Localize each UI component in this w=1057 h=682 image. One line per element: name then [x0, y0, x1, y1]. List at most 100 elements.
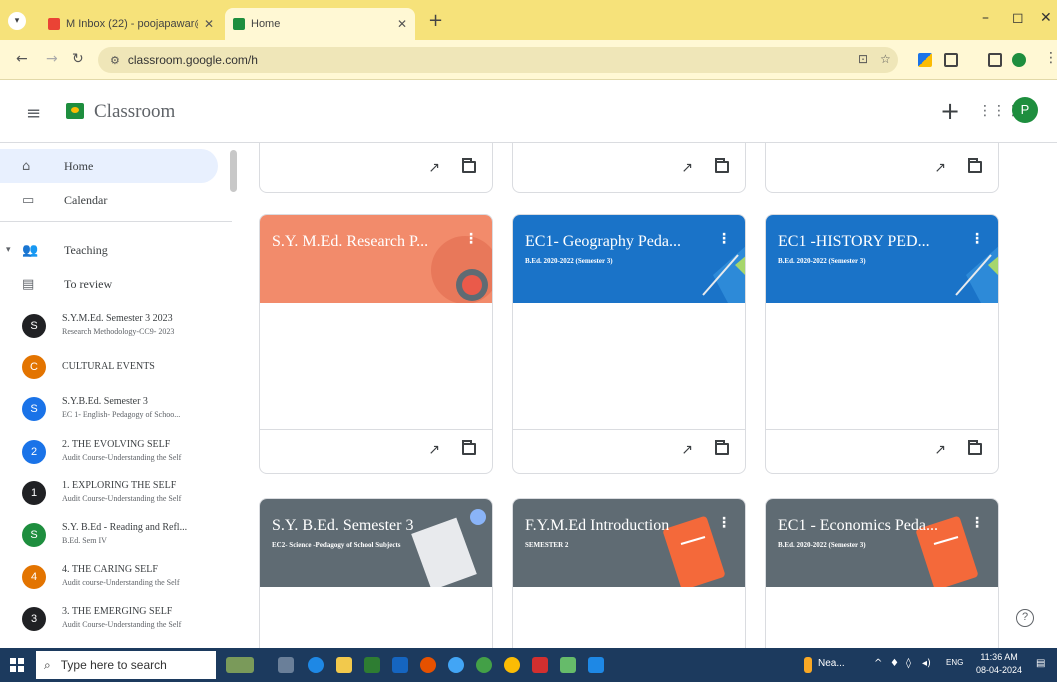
store-icon[interactable]: [364, 657, 380, 673]
card-banner[interactable]: F.Y.M.Ed Introduction SEMESTER 2 ⋮: [513, 499, 745, 587]
account-avatar[interactable]: P: [1012, 97, 1038, 123]
class-card[interactable]: S.Y. M.Ed. Research P... ⋮ ↗: [259, 214, 493, 474]
site-info-icon[interactable]: ⚙: [110, 54, 120, 67]
class-card[interactable]: F.Y.M.Ed Introduction SEMESTER 2 ⋮: [512, 498, 746, 648]
folder-icon[interactable]: [462, 440, 476, 455]
folder-icon[interactable]: [462, 158, 476, 173]
news-widget-label[interactable]: Nea...: [818, 658, 845, 669]
translate-icon[interactable]: ⊡: [858, 52, 868, 66]
whatsapp-icon[interactable]: [476, 657, 492, 673]
trending-icon[interactable]: ↗: [681, 442, 693, 458]
sidebar-course[interactable]: S S.Y. B.Ed - Reading and Refl... B.Ed. …: [0, 516, 232, 556]
sidepanel-icon[interactable]: [988, 53, 1002, 67]
windows-start-icon[interactable]: [10, 658, 24, 672]
chrome-icon[interactable]: [504, 657, 520, 673]
back-icon[interactable]: ←: [16, 51, 28, 67]
folder-icon[interactable]: [968, 440, 982, 455]
browser-menu-icon[interactable]: ⋮: [1044, 50, 1057, 66]
folder-icon[interactable]: [715, 440, 729, 455]
card-banner[interactable]: EC1 - Economics Peda... B.Ed. 2020-2022 …: [766, 499, 998, 587]
card-more-icon[interactable]: ⋮: [717, 515, 731, 531]
sidebar-item-home[interactable]: ⌂ Home: [0, 149, 218, 183]
class-name[interactable]: EC1- Geography Peda...: [525, 233, 715, 251]
edge-icon[interactable]: [308, 657, 324, 673]
classroom-logo[interactable]: [66, 103, 84, 119]
card-more-icon[interactable]: ⋮: [464, 231, 478, 247]
green-app-icon[interactable]: [560, 657, 576, 673]
sidebar-course[interactable]: 4 4. THE CARING SELF Audit course-Unders…: [0, 558, 232, 598]
trending-icon[interactable]: ↗: [934, 442, 946, 458]
mail-icon[interactable]: [392, 657, 408, 673]
battery-icon[interactable]: ◊: [906, 658, 911, 669]
network-icon[interactable]: ♦: [890, 658, 899, 669]
main-menu-icon[interactable]: ≡: [26, 103, 41, 124]
word-icon[interactable]: [588, 657, 604, 673]
tab-search-icon[interactable]: ▾: [8, 12, 26, 30]
trending-icon[interactable]: ↗: [681, 160, 693, 176]
file-explorer-icon[interactable]: [336, 657, 352, 673]
app-title[interactable]: Classroom: [94, 101, 175, 123]
sidebar-course[interactable]: S S.Y.M.Ed. Semester 3 2023 Research Met…: [0, 307, 232, 347]
expand-caret-icon[interactable]: ▾: [6, 245, 11, 255]
tab-home[interactable]: Home ✕: [225, 8, 415, 40]
create-class-button[interactable]: +: [940, 97, 960, 125]
trending-icon[interactable]: ↗: [428, 160, 440, 176]
sidebar-item-calendar[interactable]: ▭ Calendar: [0, 183, 218, 217]
volume-icon[interactable]: ◂): [922, 658, 931, 669]
reload-icon[interactable]: ↻: [72, 51, 84, 67]
card-banner[interactable]: S.Y. B.Ed. Semester 3 EC2- Science -Peda…: [260, 499, 492, 587]
acrobat-icon[interactable]: [532, 657, 548, 673]
card-more-icon[interactable]: ⋮: [970, 515, 984, 531]
close-tab-icon[interactable]: ✕: [397, 17, 407, 31]
firefox-icon[interactable]: [420, 657, 436, 673]
class-name[interactable]: EC1 -HISTORY PED...: [778, 233, 968, 251]
sidebar-scrollbar[interactable]: [230, 150, 237, 192]
weather-widget-icon[interactable]: [226, 657, 254, 673]
class-card[interactable]: S.Y. B.Ed. Semester 3 EC2- Science -Peda…: [259, 498, 493, 648]
task-view-icon[interactable]: [278, 657, 294, 673]
system-clock[interactable]: 11:36 AM 08-04-2024: [976, 651, 1022, 677]
bookmark-star-icon[interactable]: ☆: [880, 52, 891, 66]
trending-icon[interactable]: ↗: [934, 160, 946, 176]
class-name[interactable]: F.Y.M.Ed Introduction: [525, 517, 715, 535]
class-name[interactable]: EC1 - Economics Peda...: [778, 517, 968, 535]
close-tab-icon[interactable]: ✕: [204, 17, 214, 31]
profile-icon[interactable]: [1012, 53, 1026, 67]
card-banner[interactable]: S.Y. M.Ed. Research P... ⋮: [260, 215, 492, 303]
card-more-icon[interactable]: ⋮: [970, 231, 984, 247]
card-banner[interactable]: EC1 -HISTORY PED... B.Ed. 2020-2022 (Sem…: [766, 215, 998, 303]
sidebar-item-teaching[interactable]: ▾ 👥 Teaching: [0, 233, 218, 267]
sidebar-item-to-review[interactable]: ▤ To review: [0, 267, 218, 301]
maximize-icon[interactable]: ◻: [1012, 10, 1024, 26]
close-window-icon[interactable]: ✕: [1040, 10, 1052, 26]
extensions-puzzle-icon[interactable]: [944, 53, 958, 67]
minimize-icon[interactable]: –: [982, 10, 989, 26]
extension-icon[interactable]: [918, 53, 932, 67]
class-card[interactable]: EC1 - Economics Peda... B.Ed. 2020-2022 …: [765, 498, 999, 648]
internet-explorer-icon[interactable]: [448, 657, 464, 673]
forward-icon[interactable]: →: [46, 51, 58, 67]
trending-icon[interactable]: ↗: [428, 442, 440, 458]
class-card[interactable]: EC1 -HISTORY PED... B.Ed. 2020-2022 (Sem…: [765, 214, 999, 474]
class-card[interactable]: ↗: [259, 143, 493, 193]
tab-gmail[interactable]: M Inbox (22) - poojapawar@mai... ✕: [40, 8, 222, 40]
sidebar-course[interactable]: S S.Y.B.Ed. Semester 3 EC 1- English- Pe…: [0, 390, 232, 430]
card-more-icon[interactable]: ⋮: [717, 231, 731, 247]
sidebar-course[interactable]: 1 1. EXPLORING THE SELF Audit Course-Und…: [0, 474, 232, 514]
folder-icon[interactable]: [968, 158, 982, 173]
show-hidden-icons-icon[interactable]: ^: [874, 658, 882, 669]
sidebar-course[interactable]: 3 3. THE EMERGING SELF Audit Course-Unde…: [0, 600, 232, 640]
url-input[interactable]: ⚙ classroom.google.com/h: [98, 47, 898, 73]
class-name[interactable]: S.Y. M.Ed. Research P...: [272, 233, 462, 251]
class-card[interactable]: ↗: [512, 143, 746, 193]
taskbar-search-input[interactable]: ⌕ Type here to search: [36, 651, 216, 679]
folder-icon[interactable]: [715, 158, 729, 173]
card-banner[interactable]: EC1- Geography Peda... B.Ed. 2020-2022 (…: [513, 215, 745, 303]
class-card[interactable]: EC1- Geography Peda... B.Ed. 2020-2022 (…: [512, 214, 746, 474]
sidebar-course[interactable]: 2 2. THE EVOLVING SELF Audit Course-Unde…: [0, 433, 232, 473]
notifications-icon[interactable]: ▤: [1036, 658, 1045, 669]
language-indicator[interactable]: ENG: [946, 658, 963, 667]
class-name[interactable]: S.Y. B.Ed. Semester 3: [272, 517, 462, 535]
new-tab-icon[interactable]: +: [428, 10, 443, 31]
sidebar-course[interactable]: C CULTURAL EVENTS: [0, 348, 232, 388]
